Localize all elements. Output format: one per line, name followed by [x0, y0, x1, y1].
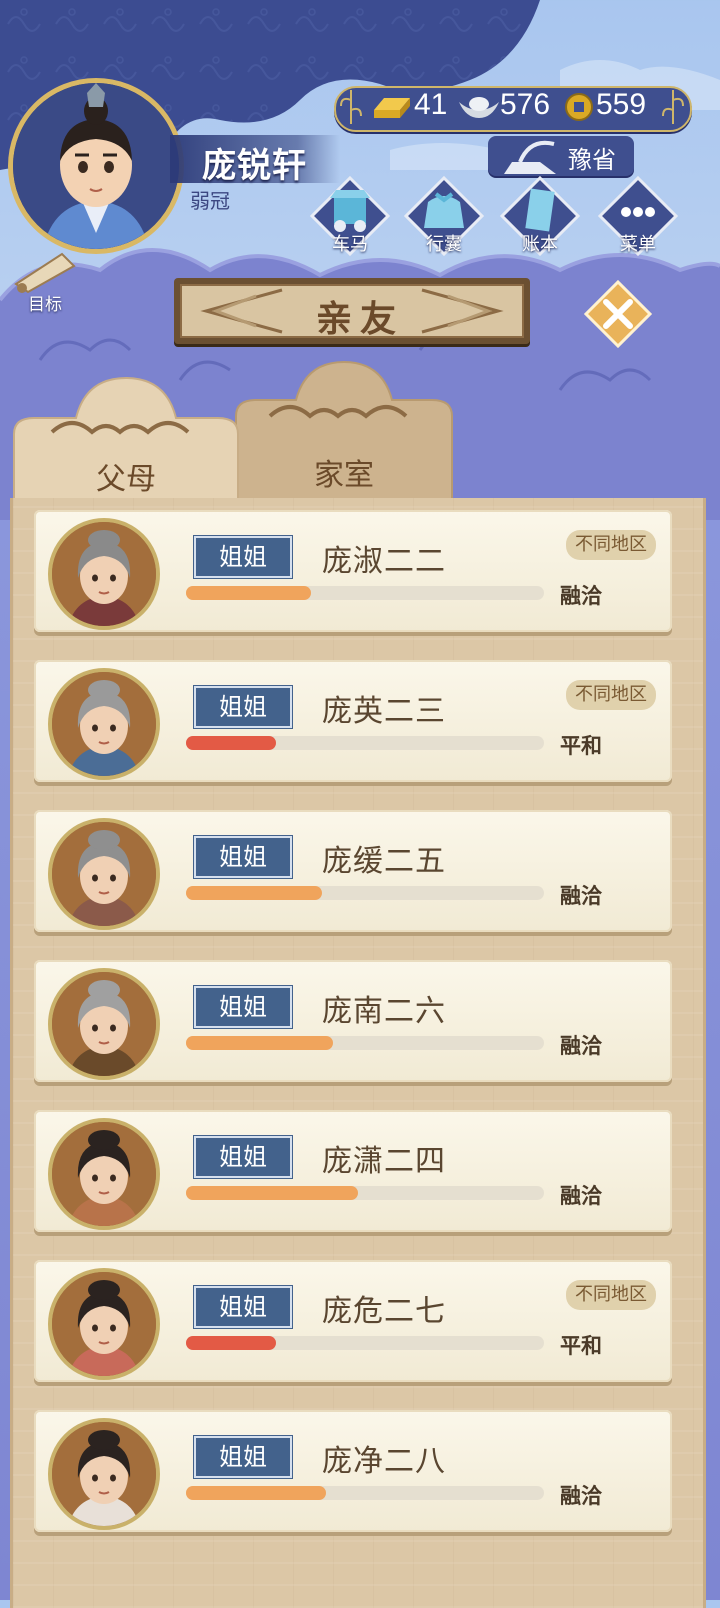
member-portrait: [52, 672, 156, 776]
member-name: 庞危二七: [322, 1294, 446, 1329]
nav-menu-label: 菜单: [620, 234, 656, 255]
member-avatar[interactable]: [48, 1268, 160, 1380]
silver-amount: 576: [500, 88, 551, 121]
relationship-status: 融洽: [560, 584, 602, 608]
player-portrait: [13, 83, 179, 249]
relation-badge: 姐姐: [194, 536, 292, 578]
gold-ingot-icon: [374, 98, 410, 118]
member-name: 庞潇二四: [322, 1144, 446, 1179]
tab-parents[interactable]: 父母: [10, 366, 242, 507]
gold-amount: 41: [414, 88, 448, 121]
relation-badge: 姐姐: [194, 986, 292, 1028]
member-name: 庞净二八: [322, 1444, 446, 1479]
member-portrait: [52, 522, 156, 626]
relationship-status: 平和: [560, 1334, 602, 1358]
tab-parents-label: 父母: [96, 462, 156, 497]
relationship-status: 平和: [560, 734, 602, 758]
copper-amount: 559: [596, 88, 647, 121]
affinity-bar: [186, 1336, 544, 1350]
nav-bag-label: 行囊: [426, 234, 462, 255]
member-portrait: [52, 1122, 156, 1226]
affinity-bar: [186, 1036, 544, 1050]
relation-badge: 姐姐: [194, 1286, 292, 1328]
relation-badge: 姐姐: [194, 686, 292, 728]
member-name: 庞淑二二: [322, 544, 446, 579]
affinity-bar-fill: [186, 1486, 326, 1500]
member-card-5[interactable]: 姐姐 庞潇二四 融洽: [34, 1110, 672, 1232]
nav-ledger-label: 账本: [522, 234, 558, 255]
bamboo-left-icon: [340, 90, 362, 124]
tab-spouse[interactable]: 家室: [226, 356, 462, 505]
member-avatar[interactable]: [48, 668, 160, 780]
player-avatar[interactable]: [8, 78, 184, 254]
different-region-tag: 不同地区: [566, 680, 656, 710]
relationship-status: 融洽: [560, 1484, 602, 1508]
relationship-status: 融洽: [560, 1184, 602, 1208]
silver-ingot-icon: [459, 97, 499, 118]
affinity-bar: [186, 886, 544, 900]
member-card-4[interactable]: 姐姐 庞南二六 融洽: [34, 960, 672, 1082]
player-name: 庞锐轩: [202, 146, 307, 186]
member-card-1[interactable]: 姐姐 庞淑二二 不同地区 融洽: [34, 510, 672, 632]
affinity-bar-fill: [186, 586, 312, 600]
different-region-tag: 不同地区: [566, 1280, 656, 1310]
member-card-2[interactable]: 姐姐 庞英二三 不同地区 平和: [34, 660, 672, 782]
member-card-3[interactable]: 姐姐 庞缓二五 融洽: [34, 810, 672, 932]
scroll-icon: [14, 252, 76, 294]
affinity-bar-fill: [186, 1336, 276, 1350]
nav-ledger-button[interactable]: 账本: [499, 175, 581, 257]
relation-badge: 姐姐: [194, 1436, 292, 1478]
member-avatar[interactable]: [48, 518, 160, 630]
sundial-icon: [504, 140, 556, 174]
member-portrait: [52, 1422, 156, 1526]
player-age-title: 弱冠: [190, 189, 230, 213]
affinity-bar: [186, 586, 544, 600]
nav-carriage-label: 车马: [332, 234, 368, 255]
nav-bag-button[interactable]: 行囊: [403, 175, 485, 257]
member-card-7[interactable]: 姐姐 庞净二八 融洽: [34, 1410, 672, 1532]
affinity-bar: [186, 1486, 544, 1500]
affinity-bar: [186, 1186, 544, 1200]
relationship-status: 融洽: [560, 884, 602, 908]
affinity-bar: [186, 736, 544, 750]
affinity-bar-fill: [186, 736, 276, 750]
tab-spouse-label: 家室: [314, 458, 374, 493]
member-portrait: [52, 972, 156, 1076]
bamboo-right-icon: [662, 90, 684, 124]
close-icon: [583, 279, 653, 349]
relation-badge: 姐姐: [194, 1136, 292, 1178]
relationship-status: 融洽: [560, 1034, 602, 1058]
member-avatar[interactable]: [48, 968, 160, 1080]
member-name: 庞英二三: [322, 694, 446, 729]
member-card-6[interactable]: 姐姐 庞危二七 不同地区 平和: [34, 1260, 672, 1382]
close-button[interactable]: [583, 279, 653, 349]
affinity-bar-fill: [186, 1036, 333, 1050]
nav-menu-button[interactable]: 菜单: [597, 175, 679, 257]
member-name: 庞缓二五: [322, 844, 446, 879]
member-avatar[interactable]: [48, 1418, 160, 1530]
member-avatar[interactable]: [48, 818, 160, 930]
member-name: 庞南二六: [322, 994, 446, 1029]
different-region-tag: 不同地区: [566, 530, 656, 560]
member-portrait: [52, 822, 156, 926]
nav-carriage-button[interactable]: 车马: [309, 175, 391, 257]
copper-coin-icon: [565, 93, 593, 121]
member-portrait: [52, 1272, 156, 1376]
region-name: 豫省: [568, 146, 616, 174]
member-avatar[interactable]: [48, 1118, 160, 1230]
affinity-bar-fill: [186, 886, 323, 900]
affinity-bar-fill: [186, 1186, 358, 1200]
relation-badge: 姐姐: [194, 836, 292, 878]
